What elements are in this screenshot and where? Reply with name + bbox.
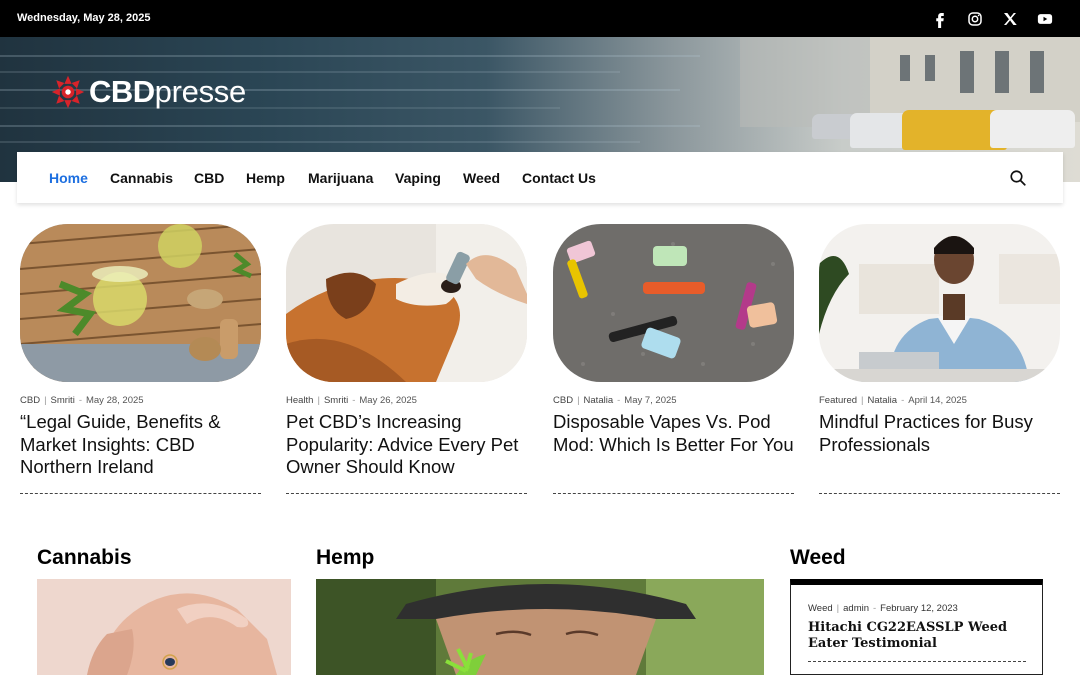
logo-text-light: presse [154,74,247,109]
section-title-weed[interactable]: Weed [790,546,846,570]
post-title[interactable]: Pet CBD’s Increasing Popularity: Advice … [286,411,527,479]
featured-image-professional[interactable] [819,224,1060,382]
post-date: May 28, 2025 [85,395,144,406]
nav-item-cannabis[interactable]: Cannabis [110,170,173,186]
featured-card: CBD | Natalia - May 7, 2025 Disposable Vapes… [553,224,794,494]
featured-card: Featured | Natalia - April 14, 2025 Mindful … [819,224,1060,494]
post-author[interactable]: admin [843,603,869,614]
post-meta: CBD | Smriti - May 28, 2025 [20,395,144,406]
post-title[interactable]: Hitachi CG22EASSLP Weed Eater Testimonia… [808,620,1033,652]
instagram-icon[interactable] [966,10,984,28]
nav-item-hemp[interactable]: Hemp [246,170,285,186]
nav-item-contact-us[interactable]: Contact Us [522,170,596,186]
nav-item-home[interactable]: Home [49,170,88,186]
current-date: Wednesday, May 28, 2025 [17,12,151,24]
section-title-cannabis[interactable]: Cannabis [37,546,132,570]
post-title[interactable]: Mindful Practices for Busy Professionals [819,411,1060,456]
section-title-hemp[interactable]: Hemp [316,546,374,570]
featured-image-cbd-oil[interactable] [20,224,261,382]
post-date: April 14, 2025 [908,395,967,406]
post-author[interactable]: Natalia [868,395,898,406]
featured-image-pet-cbd[interactable] [286,224,527,382]
card-divider [819,493,1060,494]
post-date: February 12, 2023 [880,603,958,614]
post-category[interactable]: Featured [819,395,857,406]
post-category[interactable]: CBD [553,395,573,406]
card-divider [553,493,794,494]
facebook-icon[interactable] [931,10,949,28]
post-meta: Health | Smriti - May 26, 2025 [286,395,417,406]
featured-card: CBD | Smriti - May 28, 2025 “Legal Guide, Be… [20,224,261,494]
site-logo[interactable]: CBD presse [50,72,246,112]
post-date: May 26, 2025 [359,395,417,406]
youtube-icon[interactable] [1036,10,1054,28]
post-author[interactable]: Smriti [324,395,348,406]
nav-item-vaping[interactable]: Vaping [395,170,441,186]
top-bar: Wednesday, May 28, 2025 [0,0,1080,37]
featured-card: Health | Smriti - May 26, 2025 Pet CBD’s Inc… [286,224,527,494]
nav-item-cbd[interactable]: CBD [194,170,224,186]
post-date: May 7, 2025 [624,395,677,406]
post-meta: Featured | Natalia - April 14, 2025 [819,395,967,406]
featured-image-vapes[interactable] [553,224,794,382]
post-category[interactable]: Weed [808,603,833,614]
x-icon[interactable] [1001,10,1019,28]
post-title[interactable]: “Legal Guide, Benefits & Market Insights… [20,411,261,479]
post-meta: Weed | admin - February 12, 2023 [808,603,958,614]
logo-text-bold: CBD [89,74,155,109]
search-icon[interactable] [1009,169,1027,187]
post-title[interactable]: Disposable Vapes Vs. Pod Mod: Which Is B… [553,411,794,456]
logo-emblem-icon [51,75,85,109]
main-nav: Home Cannabis CBD Hemp Marijuana Vaping … [17,152,1063,203]
cannabis-section-image[interactable] [37,579,291,675]
post-author[interactable]: Natalia [584,395,614,406]
post-category[interactable]: Health [286,395,313,406]
nav-item-weed[interactable]: Weed [463,170,500,186]
post-author[interactable]: Smriti [51,395,75,406]
weed-post-card: Weed | admin - February 12, 2023 Hitachi CG2… [790,579,1043,675]
hemp-section-image[interactable] [316,579,764,675]
card-divider [20,493,261,494]
post-meta: CBD | Natalia - May 7, 2025 [553,395,677,406]
card-divider [286,493,527,494]
card-divider [808,661,1026,662]
post-category[interactable]: CBD [20,395,40,406]
nav-item-marijuana[interactable]: Marijuana [308,170,373,186]
